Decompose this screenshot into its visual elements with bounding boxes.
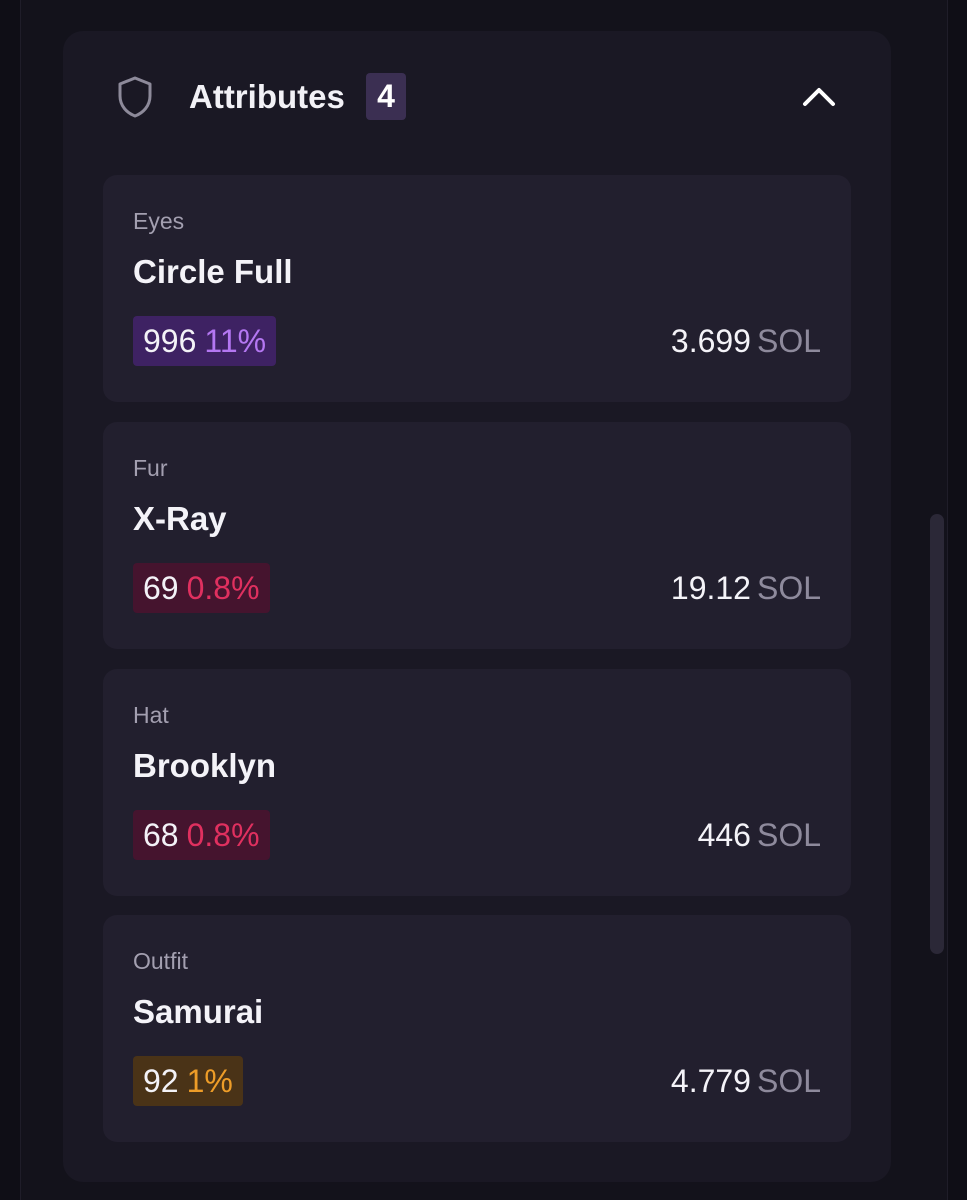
trait-value: Circle Full (133, 253, 293, 290)
trait-count: 69 (143, 570, 179, 606)
rarity-badge: 69 0.8% (133, 563, 270, 613)
price-amount: 4.779 (670, 1063, 751, 1099)
price-amount: 446 (697, 817, 751, 853)
price-currency: SOL (756, 570, 821, 606)
trait-percent: 11% (204, 323, 267, 359)
trait-count: 92 (143, 1063, 179, 1099)
attribute-card[interactable]: Eyes Circle Full 996 11% 3.699 SOL (103, 175, 851, 402)
price-amount: 19.12 (670, 570, 751, 606)
attributes-header[interactable]: Attributes 4 (63, 31, 891, 161)
attributes-count-badge: 4 (366, 73, 406, 120)
chevron-up-icon[interactable] (798, 76, 840, 118)
floor-price: 446 SOL (698, 810, 821, 860)
shield-icon (118, 76, 152, 118)
trait-value: Brooklyn (133, 747, 277, 784)
trait-percent: 0.8% (186, 817, 260, 853)
attributes-panel: Attributes 4 Eyes Circle Full 996 11% 3.6… (63, 31, 891, 1182)
price-amount: 3.699 (670, 323, 751, 359)
trait-type: Outfit (133, 948, 188, 974)
scrollbar-thumb[interactable] (930, 514, 944, 954)
trait-percent: 1% (186, 1063, 233, 1099)
rarity-badge: 68 0.8% (133, 810, 270, 860)
trait-type: Hat (133, 702, 169, 728)
trait-count: 996 (143, 323, 197, 359)
attribute-card[interactable]: Hat Brooklyn 68 0.8% 446 SOL (103, 669, 851, 896)
attribute-card[interactable]: Outfit Samurai 92 1% 4.779 SOL (103, 915, 851, 1142)
trait-percent: 0.8% (186, 570, 260, 606)
trait-type: Eyes (133, 208, 185, 234)
attribute-card[interactable]: Fur X-Ray 69 0.8% 19.12 SOL (103, 422, 851, 649)
trait-count: 68 (143, 817, 179, 853)
floor-price: 3.699 SOL (671, 316, 821, 366)
attributes-title: Attributes (189, 78, 345, 115)
trait-type: Fur (133, 455, 168, 481)
floor-price: 19.12 SOL (671, 563, 821, 613)
floor-price: 4.779 SOL (671, 1056, 821, 1106)
rarity-badge: 996 11% (133, 316, 277, 366)
price-currency: SOL (756, 323, 821, 359)
price-currency: SOL (756, 817, 821, 853)
rarity-badge: 92 1% (133, 1056, 243, 1106)
price-currency: SOL (756, 1063, 821, 1099)
trait-value: Samurai (133, 993, 264, 1030)
trait-value: X-Ray (133, 500, 227, 537)
